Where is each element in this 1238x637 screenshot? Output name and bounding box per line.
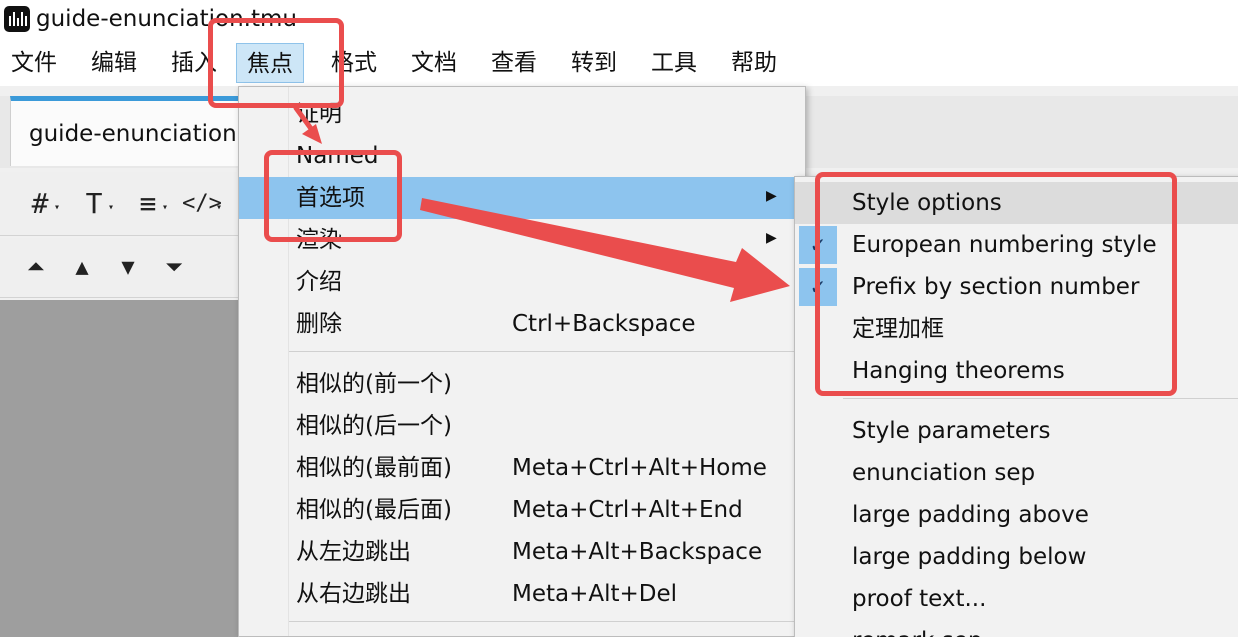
- menu-item-label: 相似的(最后面): [296, 497, 452, 523]
- move-up-icon[interactable]: ▲: [62, 248, 102, 288]
- menu-separator: [289, 351, 799, 352]
- menu-bar: 文件 编辑 插入 焦点 格式 文档 查看 转到 工具 帮助: [0, 40, 1238, 86]
- menu-item-label: 删除: [296, 311, 342, 337]
- move-top-icon[interactable]: ⏶: [16, 248, 56, 288]
- submenu-item-label: large padding below: [852, 544, 1087, 570]
- menu-view[interactable]: 查看: [481, 43, 547, 83]
- app-icon: [4, 6, 30, 32]
- submenu-item-label: Style parameters: [852, 418, 1051, 444]
- submenu-item-large-padding-above[interactable]: large padding above: [795, 494, 1238, 536]
- code-icon[interactable]: </> ▾: [182, 184, 222, 224]
- menu-go[interactable]: 转到: [561, 43, 627, 83]
- menu-separator: [289, 621, 799, 622]
- menu-item-delete[interactable]: 删除 Ctrl+Backspace: [239, 303, 805, 345]
- document-tab-label: guide-enunciation: [29, 121, 237, 147]
- annotation-box-preferences: [264, 150, 402, 242]
- menu-item-similar-first[interactable]: 相似的(最前面) Meta+Ctrl+Alt+Home: [239, 447, 805, 489]
- menu-item-shortcut: Meta+Ctrl+Alt+Home: [512, 455, 767, 481]
- menu-item-label: 相似的(后一个): [296, 413, 452, 439]
- submenu-item-large-padding-below[interactable]: large padding below: [795, 536, 1238, 578]
- submenu-arrow-icon: ▶: [766, 188, 777, 204]
- menu-item-exit-right[interactable]: 从右边跳出 Meta+Alt+Del: [239, 573, 805, 615]
- menu-item-label: 介绍: [296, 269, 342, 295]
- menu-item-shortcut: Ctrl+Backspace: [512, 311, 696, 337]
- menu-item-label: 相似的(前一个): [296, 371, 452, 397]
- menu-tools[interactable]: 工具: [641, 43, 707, 83]
- submenu-item-label: remark sep: [852, 626, 982, 637]
- title-bar: guide-enunciation.tmu: [0, 0, 1238, 40]
- menu-item-shortcut: Meta+Alt+Backspace: [512, 539, 763, 565]
- submenu-item-label: proof text...: [852, 586, 987, 612]
- menu-edit[interactable]: 编辑: [81, 43, 147, 83]
- menu-file[interactable]: 文件: [1, 43, 67, 83]
- menu-item-similar-previous[interactable]: 相似的(前一个): [239, 363, 805, 405]
- annotation-box-focus-menu: [208, 18, 344, 108]
- grid-icon[interactable]: # ▾: [20, 184, 60, 224]
- annotation-box-style-options: [815, 172, 1177, 396]
- list-icon[interactable]: ≡ ▾: [128, 184, 168, 224]
- menu-document[interactable]: 文档: [401, 43, 467, 83]
- format-toolbar: # ▾ T ▾ ≡ ▾ </> ▾: [0, 172, 240, 236]
- submenu-item-label: enunciation sep: [852, 460, 1036, 486]
- menu-help[interactable]: 帮助: [721, 43, 787, 83]
- menu-item-label: 从右边跳出: [296, 581, 411, 607]
- submenu-arrow-icon: ▶: [766, 230, 777, 246]
- submenu-item-remark-sep[interactable]: remark sep: [795, 620, 1238, 637]
- text-frame-icon[interactable]: T ▾: [74, 184, 114, 224]
- menu-item-shortcut: Meta+Ctrl+Alt+End: [512, 497, 743, 523]
- submenu-item-proof-text[interactable]: proof text...: [795, 578, 1238, 620]
- menu-item-shortcut: Meta+Alt+Del: [512, 581, 678, 607]
- submenu-item-label: large padding above: [852, 502, 1089, 528]
- menu-item-introduction[interactable]: 介绍: [239, 261, 805, 303]
- menu-item-similar-next[interactable]: 相似的(后一个): [239, 405, 805, 447]
- document-canvas: [0, 300, 240, 637]
- move-down-icon[interactable]: ▼: [108, 248, 148, 288]
- menu-item-label: 从左边跳出: [296, 539, 411, 565]
- menu-item-label: 相似的(最前面): [296, 455, 452, 481]
- move-bottom-icon[interactable]: ⏷: [154, 248, 194, 288]
- submenu-separator: [843, 398, 1238, 399]
- submenu-item-enunciation-sep[interactable]: enunciation sep: [795, 452, 1238, 494]
- navigation-toolbar: ⏶ ▲ ▼ ⏷: [0, 238, 240, 298]
- submenu-item-style-parameters[interactable]: Style parameters: [795, 410, 1238, 452]
- menu-item-similar-last[interactable]: 相似的(最后面) Meta+Ctrl+Alt+End: [239, 489, 805, 531]
- menu-item-exit-left[interactable]: 从左边跳出 Meta+Alt+Backspace: [239, 531, 805, 573]
